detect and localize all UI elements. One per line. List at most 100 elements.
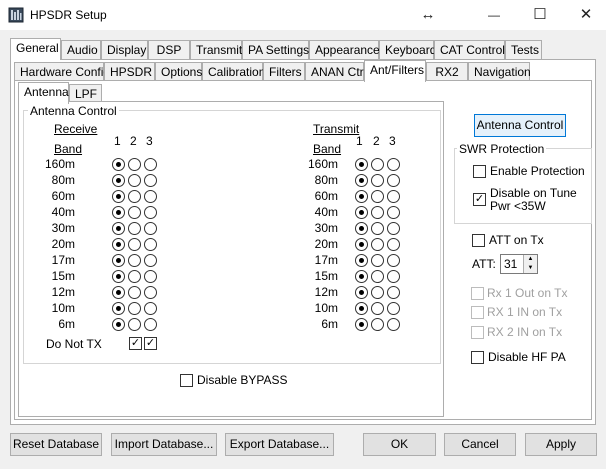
transmit-antenna-radio[interactable] [371, 238, 384, 251]
tab-keyboard[interactable]: Keyboard [379, 40, 436, 60]
transmit-antenna-radio[interactable] [387, 286, 400, 299]
transmit-antenna-radio[interactable] [387, 270, 400, 283]
tab-audio[interactable]: Audio [61, 40, 101, 60]
subtab-navigation[interactable]: Navigation [468, 62, 531, 82]
rx2-in-on-tx-checkbox[interactable] [471, 326, 484, 339]
receive-antenna-radio[interactable] [128, 222, 141, 235]
receive-antenna-radio[interactable] [112, 270, 125, 283]
do-not-tx-checkbox-2[interactable]: ✓ [144, 337, 157, 350]
ok-button[interactable]: OK [363, 433, 436, 456]
subtab-rx2[interactable]: RX2 [426, 62, 468, 82]
do-not-tx-checkbox-1[interactable]: ✓ [129, 337, 142, 350]
close-button[interactable]: ✕ [566, 2, 606, 28]
rx1-in-on-tx-checkbox[interactable] [471, 306, 484, 319]
subtab-options[interactable]: Options [155, 62, 202, 82]
receive-antenna-radio[interactable] [112, 190, 125, 203]
transmit-antenna-radio[interactable] [387, 318, 400, 331]
receive-antenna-radio[interactable] [144, 206, 157, 219]
tab-dsp[interactable]: DSP [148, 40, 190, 60]
transmit-antenna-radio[interactable] [355, 190, 368, 203]
receive-antenna-radio[interactable] [144, 174, 157, 187]
transmit-antenna-radio[interactable] [355, 302, 368, 315]
transmit-antenna-radio[interactable] [355, 238, 368, 251]
minimize-button[interactable]: — [474, 2, 514, 28]
export-database-button[interactable]: Export Database... [225, 433, 334, 456]
receive-antenna-radio[interactable] [128, 190, 141, 203]
receive-antenna-radio[interactable] [112, 318, 125, 331]
subtab-anan-ctrl[interactable]: ANAN Ctrl [305, 62, 366, 82]
receive-antenna-radio[interactable] [128, 254, 141, 267]
transmit-antenna-radio[interactable] [355, 158, 368, 171]
transmit-antenna-radio[interactable] [387, 254, 400, 267]
transmit-antenna-radio[interactable] [371, 222, 384, 235]
tab-general[interactable]: General [10, 38, 61, 60]
transmit-antenna-radio[interactable] [387, 190, 400, 203]
transmit-antenna-radio[interactable] [371, 302, 384, 315]
att-down-arrow-icon[interactable]: ▼ [523, 264, 537, 273]
transmit-antenna-radio[interactable] [355, 270, 368, 283]
disable-hf-pa-checkbox[interactable] [471, 351, 484, 364]
tab-tests[interactable]: Tests [505, 40, 542, 60]
tab-pa-settings[interactable]: PA Settings [242, 40, 309, 60]
transmit-antenna-radio[interactable] [371, 190, 384, 203]
transmit-antenna-radio[interactable] [355, 222, 368, 235]
att-up-arrow-icon[interactable]: ▲ [523, 255, 537, 264]
tab-transmit[interactable]: Transmit [190, 40, 242, 60]
transmit-antenna-radio[interactable] [387, 158, 400, 171]
enable-protection-checkbox[interactable] [473, 165, 486, 178]
transmit-antenna-radio[interactable] [387, 238, 400, 251]
subtab-hardware-config[interactable]: Hardware Config [14, 62, 110, 82]
receive-antenna-radio[interactable] [128, 158, 141, 171]
import-database-button[interactable]: Import Database... [111, 433, 217, 456]
receive-antenna-radio[interactable] [128, 174, 141, 187]
receive-antenna-radio[interactable] [128, 318, 141, 331]
transmit-antenna-radio[interactable] [355, 286, 368, 299]
att-value[interactable]: 31 [504, 257, 517, 271]
cancel-button[interactable]: Cancel [444, 433, 516, 456]
transmit-antenna-radio[interactable] [371, 254, 384, 267]
disable-bypass-checkbox[interactable] [180, 374, 193, 387]
receive-antenna-radio[interactable] [112, 206, 125, 219]
apply-button[interactable]: Apply [525, 433, 597, 456]
transmit-antenna-radio[interactable] [371, 286, 384, 299]
receive-antenna-radio[interactable] [112, 286, 125, 299]
receive-antenna-radio[interactable] [144, 270, 157, 283]
receive-antenna-radio[interactable] [144, 158, 157, 171]
transmit-antenna-radio[interactable] [355, 318, 368, 331]
tab-cat-control[interactable]: CAT Control [434, 40, 505, 60]
subtab-calibration[interactable]: Calibration [202, 62, 265, 82]
maximize-button[interactable]: ☐ [520, 2, 560, 28]
receive-antenna-radio[interactable] [128, 206, 141, 219]
rx1-out-on-tx-checkbox[interactable] [471, 287, 484, 300]
transmit-antenna-radio[interactable] [371, 318, 384, 331]
resize-icon[interactable]: ↔ [408, 2, 448, 28]
receive-antenna-radio[interactable] [112, 238, 125, 251]
transmit-antenna-radio[interactable] [371, 174, 384, 187]
receive-antenna-radio[interactable] [144, 254, 157, 267]
receive-antenna-radio[interactable] [144, 190, 157, 203]
antenna-control-button[interactable]: Antenna Control [474, 114, 566, 137]
transmit-antenna-radio[interactable] [355, 174, 368, 187]
receive-antenna-radio[interactable] [112, 158, 125, 171]
receive-antenna-radio[interactable] [112, 222, 125, 235]
transmit-antenna-radio[interactable] [371, 206, 384, 219]
receive-antenna-radio[interactable] [112, 302, 125, 315]
disable-on-tune-checkbox[interactable]: ✓ [473, 193, 486, 206]
reset-database-button[interactable]: Reset Database [10, 433, 102, 456]
tab-display[interactable]: Display [101, 40, 148, 60]
receive-antenna-radio[interactable] [128, 286, 141, 299]
att-spinner[interactable]: 31 ▲ ▼ [500, 254, 538, 274]
transmit-antenna-radio[interactable] [371, 270, 384, 283]
receive-antenna-radio[interactable] [128, 238, 141, 251]
innertab-antenna[interactable]: Antenna [18, 82, 69, 104]
subtab-hpsdr[interactable]: HPSDR [104, 62, 155, 82]
transmit-antenna-radio[interactable] [355, 206, 368, 219]
tab-appearance[interactable]: Appearance [309, 40, 380, 60]
receive-antenna-radio[interactable] [112, 174, 125, 187]
att-on-tx-checkbox[interactable] [472, 234, 485, 247]
transmit-antenna-radio[interactable] [387, 174, 400, 187]
receive-antenna-radio[interactable] [144, 302, 157, 315]
receive-antenna-radio[interactable] [144, 286, 157, 299]
receive-antenna-radio[interactable] [144, 222, 157, 235]
receive-antenna-radio[interactable] [128, 302, 141, 315]
